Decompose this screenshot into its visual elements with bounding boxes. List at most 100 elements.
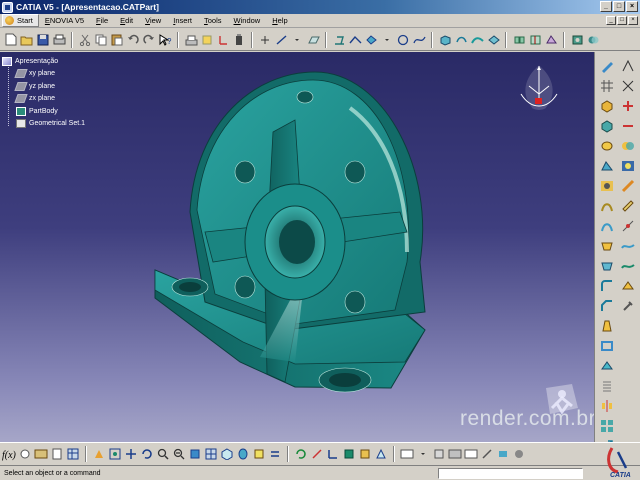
shading-icon[interactable] bbox=[236, 447, 250, 461]
doc-restore-button[interactable]: □ bbox=[617, 16, 627, 25]
plane-ref-icon[interactable] bbox=[342, 447, 356, 461]
fly-mode-icon[interactable] bbox=[92, 447, 106, 461]
layer-icon[interactable] bbox=[400, 447, 414, 461]
menu-start[interactable]: Start bbox=[2, 14, 39, 27]
mirror-icon[interactable] bbox=[599, 398, 615, 413]
menu-window[interactable]: Window bbox=[228, 16, 267, 25]
compass-widget[interactable] bbox=[515, 64, 563, 122]
menu-file[interactable]: File bbox=[90, 16, 114, 25]
revolve-icon[interactable] bbox=[454, 33, 468, 47]
swap-space-icon[interactable] bbox=[268, 447, 282, 461]
multi-view-icon[interactable] bbox=[204, 447, 218, 461]
spline-icon[interactable] bbox=[412, 33, 426, 47]
draft-analysis-icon[interactable] bbox=[620, 238, 636, 253]
menu-view[interactable]: View bbox=[139, 16, 167, 25]
3d-part-model[interactable] bbox=[145, 62, 445, 422]
constraint-icon[interactable] bbox=[620, 58, 636, 73]
pan-icon[interactable] bbox=[124, 447, 138, 461]
dropdown-arrow-icon[interactable] bbox=[416, 447, 430, 461]
rib-icon[interactable] bbox=[599, 198, 615, 213]
whats-this-icon[interactable]: ? bbox=[158, 33, 172, 47]
sketcher-icon[interactable] bbox=[184, 33, 198, 47]
tree-item-yz-plane[interactable]: yz plane bbox=[14, 80, 85, 93]
tree-item-geometrical-set[interactable]: Geometrical Set.1 bbox=[16, 118, 85, 131]
rendering-icon[interactable] bbox=[620, 158, 636, 173]
hole-icon[interactable] bbox=[599, 178, 615, 193]
print-icon[interactable] bbox=[52, 33, 66, 47]
formula-icon[interactable]: f(x) bbox=[2, 447, 16, 461]
zoom-out-icon[interactable] bbox=[172, 447, 186, 461]
groove-icon[interactable] bbox=[599, 158, 615, 173]
dropdown-arrow-icon[interactable] bbox=[380, 33, 394, 47]
line-type-icon[interactable] bbox=[464, 447, 478, 461]
zoom-in-icon[interactable] bbox=[156, 447, 170, 461]
axis-icon[interactable] bbox=[216, 33, 230, 47]
slot-icon[interactable] bbox=[599, 218, 615, 233]
iso-view-icon[interactable] bbox=[220, 447, 234, 461]
paste-icon[interactable] bbox=[110, 33, 124, 47]
thread-icon[interactable] bbox=[599, 378, 615, 393]
cut-icon[interactable] bbox=[78, 33, 92, 47]
knowledge-icon[interactable] bbox=[18, 447, 32, 461]
3d-viewport[interactable]: Apresentação xy plane yz plane zx plane … bbox=[0, 52, 594, 442]
close-button[interactable]: × bbox=[626, 1, 638, 12]
join-icon[interactable] bbox=[512, 33, 526, 47]
scale-icon[interactable] bbox=[374, 447, 388, 461]
tree-root[interactable]: Apresentação bbox=[2, 55, 85, 68]
pad-icon[interactable] bbox=[599, 98, 615, 113]
axis-system-icon[interactable] bbox=[326, 447, 340, 461]
tree-item-partbody[interactable]: PartBody bbox=[16, 105, 85, 118]
thickness-icon[interactable] bbox=[599, 358, 615, 373]
doc-close-button[interactable]: × bbox=[628, 16, 638, 25]
removed-section-icon[interactable] bbox=[599, 258, 615, 273]
copy-icon[interactable] bbox=[94, 33, 108, 47]
mass-icon[interactable] bbox=[512, 447, 526, 461]
projection-icon[interactable] bbox=[332, 33, 346, 47]
new-file-icon[interactable] bbox=[4, 33, 18, 47]
circle-icon[interactable] bbox=[396, 33, 410, 47]
spray-icon[interactable] bbox=[232, 33, 246, 47]
analysis-icon[interactable] bbox=[620, 218, 636, 233]
constraint-defined-icon[interactable] bbox=[620, 78, 636, 93]
properties-icon[interactable] bbox=[432, 447, 446, 461]
tree-item-zx-plane[interactable]: zx plane bbox=[14, 93, 85, 106]
menu-help[interactable]: Help bbox=[266, 16, 293, 25]
boolean-remove-icon[interactable] bbox=[620, 118, 636, 133]
curvature-icon[interactable] bbox=[620, 258, 636, 273]
menu-insert[interactable]: Insert bbox=[167, 16, 198, 25]
undo-icon[interactable] bbox=[126, 33, 140, 47]
doc-minimize-button[interactable]: _ bbox=[606, 16, 616, 25]
color-icon[interactable] bbox=[448, 447, 462, 461]
line-icon[interactable] bbox=[274, 33, 288, 47]
instantiate-icon[interactable] bbox=[358, 447, 372, 461]
menu-edit[interactable]: Edit bbox=[114, 16, 139, 25]
minimize-button[interactable]: _ bbox=[600, 1, 612, 12]
catia-app-icon[interactable] bbox=[2, 1, 13, 13]
catalog-icon[interactable] bbox=[34, 447, 48, 461]
sketch-tool-icon[interactable] bbox=[599, 58, 615, 73]
open-folder-icon[interactable] bbox=[20, 33, 34, 47]
grid-icon[interactable] bbox=[599, 78, 615, 93]
transform-icon[interactable] bbox=[364, 33, 378, 47]
pocket-icon[interactable] bbox=[599, 118, 615, 133]
tools-icon[interactable] bbox=[620, 298, 636, 313]
shaft-icon[interactable] bbox=[599, 138, 615, 153]
split-icon[interactable] bbox=[528, 33, 542, 47]
measure-item-icon[interactable] bbox=[496, 447, 510, 461]
multi-section-icon[interactable] bbox=[599, 238, 615, 253]
pattern-icon[interactable] bbox=[599, 418, 615, 433]
hole-tool-icon[interactable] bbox=[570, 33, 584, 47]
normal-view-icon[interactable] bbox=[188, 447, 202, 461]
boolean-add-icon[interactable] bbox=[620, 98, 636, 113]
fit-all-icon[interactable] bbox=[108, 447, 122, 461]
point-icon[interactable] bbox=[258, 33, 272, 47]
update-icon[interactable] bbox=[294, 447, 308, 461]
maximize-button[interactable]: □ bbox=[613, 1, 625, 12]
fill-icon[interactable] bbox=[486, 33, 500, 47]
dropdown-arrow-icon[interactable] bbox=[290, 33, 304, 47]
healing-icon[interactable] bbox=[544, 33, 558, 47]
redo-icon[interactable] bbox=[142, 33, 156, 47]
boolean-icon[interactable] bbox=[586, 33, 600, 47]
measure-between-icon[interactable] bbox=[480, 447, 494, 461]
material-icon[interactable] bbox=[620, 178, 636, 193]
